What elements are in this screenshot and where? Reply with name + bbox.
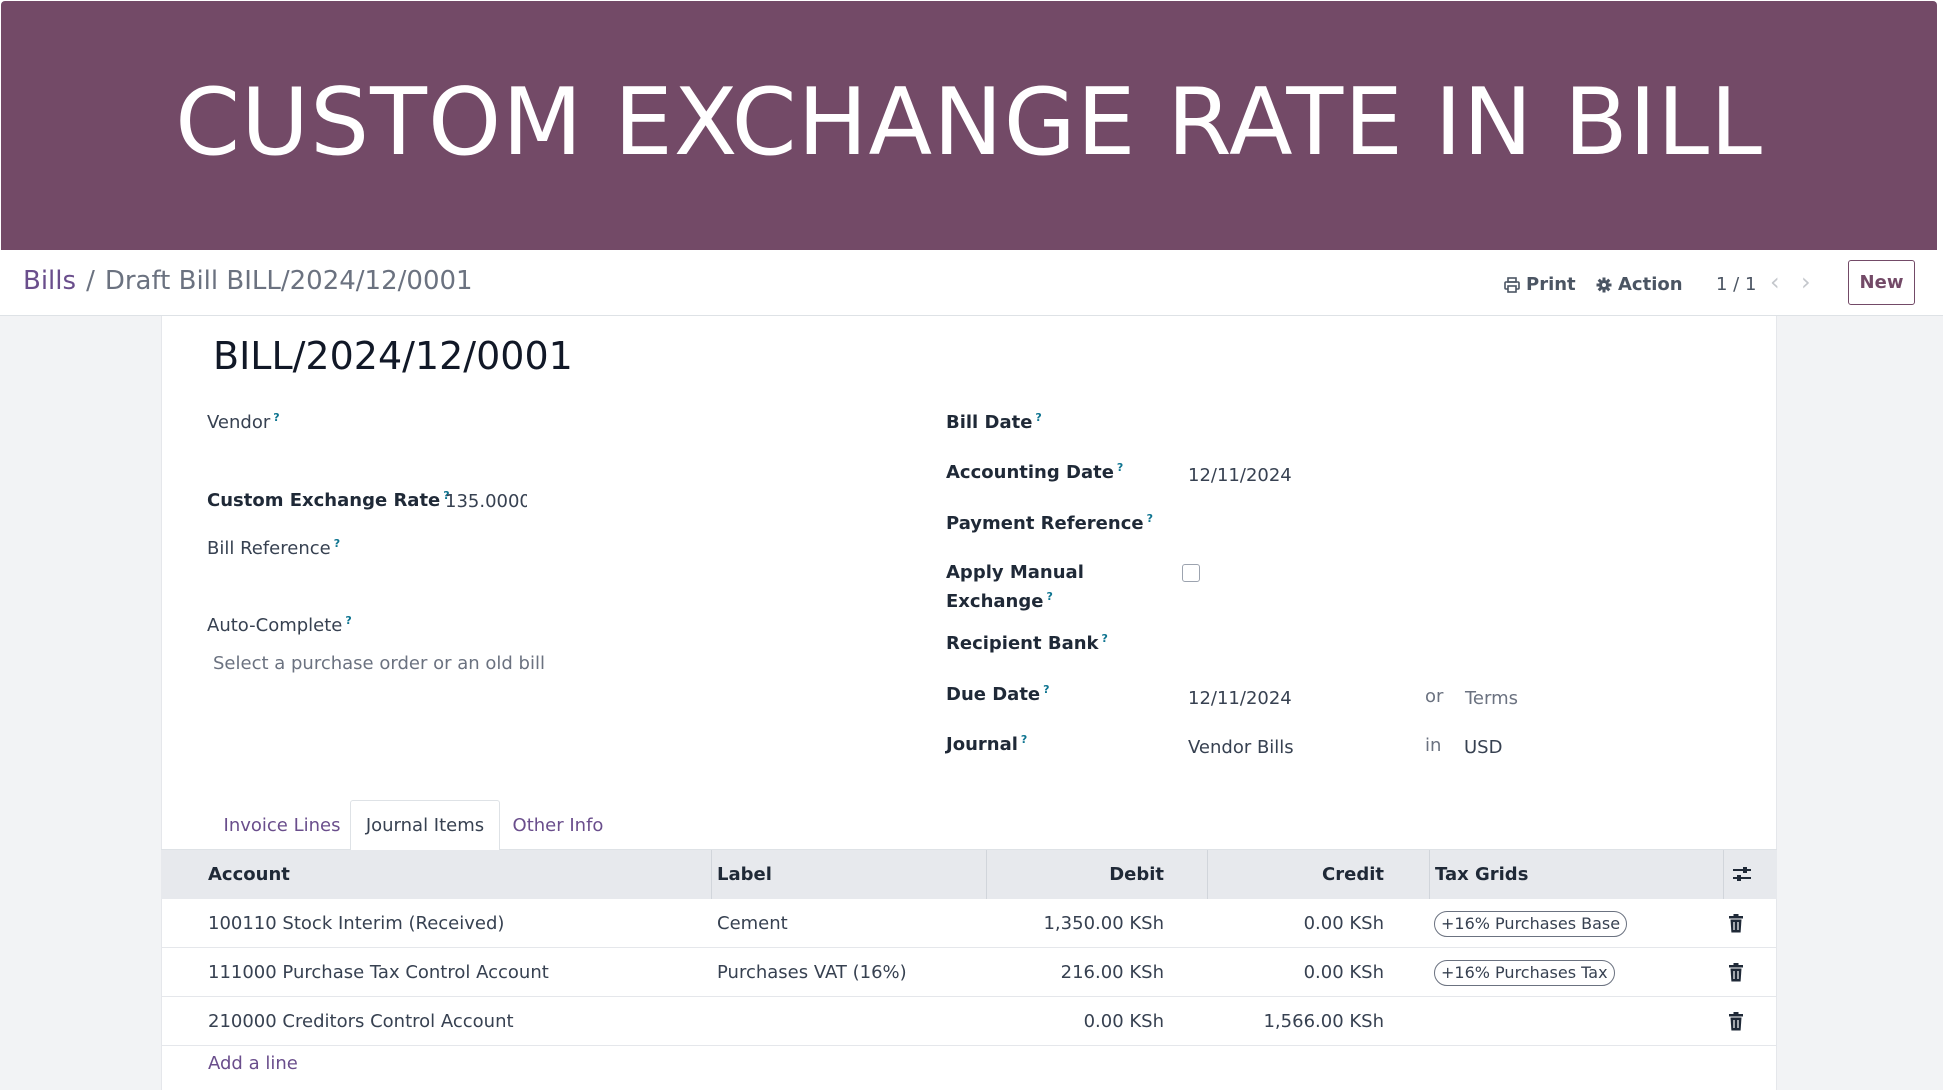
sliders-icon[interactable] xyxy=(1732,865,1752,883)
payment-terms-input[interactable]: Terms xyxy=(1465,688,1518,709)
bill-title: BILL/2024/12/0001 xyxy=(213,334,573,378)
chevron-right-icon[interactable]: › xyxy=(1801,268,1811,296)
action-button[interactable]: Action xyxy=(1596,274,1683,295)
due-date-label: Due Date? xyxy=(946,683,1050,705)
breadcrumb: Bills / Draft Bill BILL/2024/12/0001 xyxy=(23,266,473,296)
bill-reference-label: Bill Reference? xyxy=(207,537,341,559)
trash-icon[interactable] xyxy=(1728,914,1744,933)
breadcrumb-current: Draft Bill BILL/2024/12/0001 xyxy=(104,266,473,296)
journal-in-text: in xyxy=(1425,735,1442,756)
due-date-input[interactable]: 12/11/2024 xyxy=(1188,688,1292,709)
trash-icon[interactable] xyxy=(1728,963,1744,982)
table-row[interactable]: 111000 Purchase Tax Control Account Purc… xyxy=(161,948,1777,997)
auto-complete-input[interactable]: Select a purchase order or an old bill xyxy=(213,653,545,674)
tax-grid-tag[interactable]: +16% Purchases Tax xyxy=(1434,960,1615,986)
breadcrumb-separator: / xyxy=(86,266,95,296)
notebook-tabs: Invoice Lines Journal Items Other Info xyxy=(161,800,1777,851)
apply-manual-exchange-checkbox[interactable] xyxy=(1182,564,1200,582)
tax-grid-tag[interactable]: +16% Purchases Base xyxy=(1434,911,1628,937)
bill-date-label: Bill Date? xyxy=(946,411,1042,433)
payment-reference-label: Payment Reference? xyxy=(946,512,1153,534)
debit-cell[interactable]: 0.00 KSh xyxy=(991,997,1164,1046)
new-button[interactable]: New xyxy=(1848,260,1915,305)
custom-exchange-rate-label: Custom Exchange Rate? xyxy=(207,489,450,511)
printer-icon xyxy=(1504,276,1520,293)
column-separator xyxy=(1429,850,1430,899)
auto-complete-label: Auto-Complete? xyxy=(207,614,352,636)
vendor-label: Vendor? xyxy=(207,411,280,433)
account-cell[interactable]: 100110 Stock Interim (Received) xyxy=(208,899,504,948)
journal-label: Journal? xyxy=(946,733,1028,755)
column-separator xyxy=(1207,850,1208,899)
account-cell[interactable]: 111000 Purchase Tax Control Account xyxy=(208,948,549,997)
banner-title: CUSTOM EXCHANGE RATE IN BILL xyxy=(175,67,1763,176)
column-separator xyxy=(711,850,712,899)
apply-manual-exchange-label-line1: Apply Manual xyxy=(946,562,1084,583)
column-header-label[interactable]: Label xyxy=(717,850,772,899)
label-cell[interactable]: Purchases VAT (16%) xyxy=(717,948,907,997)
column-header-credit[interactable]: Credit xyxy=(1211,850,1384,899)
table-header: Account Label Debit Credit Tax Grids xyxy=(161,850,1777,899)
column-separator xyxy=(1723,850,1724,899)
control-panel: Bills / Draft Bill BILL/2024/12/0001 Pri… xyxy=(0,250,1943,316)
column-separator xyxy=(986,850,987,899)
title-banner: CUSTOM EXCHANGE RATE IN BILL xyxy=(1,1,1937,250)
print-button[interactable]: Print xyxy=(1504,274,1576,295)
column-header-tax-grids[interactable]: Tax Grids xyxy=(1435,850,1528,899)
table-row[interactable]: 100110 Stock Interim (Received) Cement 1… xyxy=(161,899,1777,948)
credit-cell[interactable]: 0.00 KSh xyxy=(1211,948,1384,997)
journal-input[interactable]: Vendor Bills xyxy=(1188,737,1294,758)
tab-journal-items[interactable]: Journal Items xyxy=(350,800,500,851)
journal-items-table: Account Label Debit Credit Tax Grids 100… xyxy=(161,850,1777,1046)
label-cell[interactable]: Cement xyxy=(717,899,788,948)
recipient-bank-label: Recipient Bank? xyxy=(946,632,1108,654)
credit-cell[interactable]: 1,566.00 KSh xyxy=(1211,997,1384,1046)
action-label: Action xyxy=(1618,274,1683,295)
debit-cell[interactable]: 216.00 KSh xyxy=(991,948,1164,997)
custom-exchange-rate-input[interactable]: 135.00000 xyxy=(445,491,527,512)
pager-value[interactable]: 1 / 1 xyxy=(1716,274,1756,295)
table-row[interactable]: 210000 Creditors Control Account 0.00 KS… xyxy=(161,997,1777,1046)
chevron-left-icon[interactable]: ‹ xyxy=(1770,268,1780,296)
tab-other-info[interactable]: Other Info xyxy=(508,800,608,850)
credit-cell[interactable]: 0.00 KSh xyxy=(1211,899,1384,948)
trash-icon[interactable] xyxy=(1728,1012,1744,1031)
breadcrumb-bills-link[interactable]: Bills xyxy=(23,266,76,296)
debit-cell[interactable]: 1,350.00 KSh xyxy=(991,899,1164,948)
accounting-date-input[interactable]: 12/11/2024 xyxy=(1188,465,1292,486)
apply-manual-exchange-label-line2: Exchange? xyxy=(946,590,1053,612)
due-date-or-text: or xyxy=(1425,686,1444,707)
accounting-date-label: Accounting Date? xyxy=(946,461,1124,483)
print-label: Print xyxy=(1526,274,1576,295)
account-cell[interactable]: 210000 Creditors Control Account xyxy=(208,997,514,1046)
column-header-account[interactable]: Account xyxy=(208,850,290,899)
add-a-line-link[interactable]: Add a line xyxy=(208,1053,298,1074)
column-header-debit[interactable]: Debit xyxy=(991,850,1164,899)
gear-icon xyxy=(1596,277,1612,292)
tab-invoice-lines[interactable]: Invoice Lines xyxy=(218,800,346,850)
currency-input[interactable]: USD xyxy=(1464,737,1502,758)
